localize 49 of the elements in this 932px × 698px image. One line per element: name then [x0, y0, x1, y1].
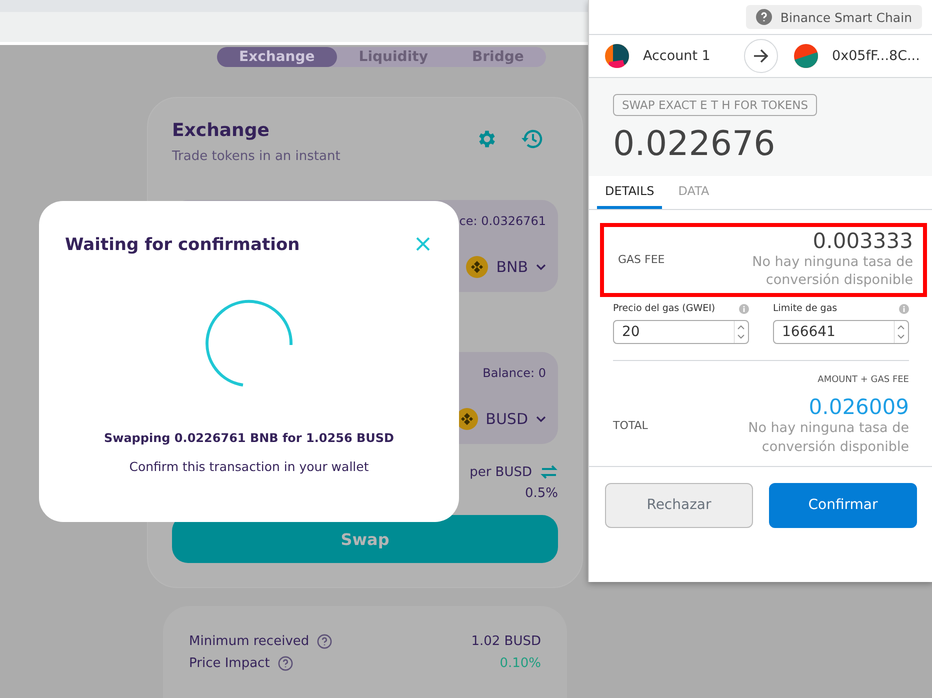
- total-caption: AMOUNT + GAS FEE: [816, 375, 909, 386]
- transaction-amount: 0.022676: [613, 124, 776, 164]
- account-avatar: [794, 44, 818, 68]
- tab[interactable]: Exchange: [217, 47, 337, 67]
- gas-fee-value: 0.003333: [812, 229, 913, 253]
- number-field[interactable]: 166641: [773, 320, 909, 344]
- confirm-button[interactable]: Confirmar: [769, 482, 917, 528]
- detail-label: Minimum received: [189, 634, 310, 648]
- total-value: 0.026009: [808, 395, 909, 420]
- slippage-value: 0.5%: [524, 486, 558, 501]
- help-icon: [317, 634, 332, 648]
- balance-text: Balance: 0: [482, 366, 546, 380]
- history-icon[interactable]: [520, 128, 544, 150]
- method-badge: SWAP EXACT E T H FOR TOKENS: [613, 94, 818, 116]
- caret-icon: [536, 416, 546, 422]
- token-icon: [466, 256, 488, 278]
- card-title: Exchange: [172, 120, 270, 141]
- recipient-address: 0x05fF...8C...: [832, 48, 920, 64]
- field-label: Precio del gas (GWEI): [613, 303, 716, 314]
- gas-fee-label: GAS FEE: [618, 252, 665, 266]
- conversion-note: No hay ninguna tasa de conversión disponible: [747, 419, 909, 456]
- reject-button[interactable]: Rechazar: [605, 482, 753, 528]
- swap-arrows-icon[interactable]: [540, 464, 558, 480]
- swap-summary: Swapping 0.0226761 BNB for 1.0256 BUSD: [102, 431, 395, 445]
- tab[interactable]: DETAILS: [597, 176, 662, 209]
- info-icon: [899, 304, 909, 314]
- help-icon: [756, 9, 772, 25]
- tab[interactable]: Liquidity: [336, 47, 450, 67]
- account-name: Account 1: [643, 48, 710, 64]
- wallet-hint: Confirm this transaction in your wallet: [128, 459, 370, 474]
- field-label: Limite de gas: [773, 303, 838, 314]
- help-icon: [278, 656, 293, 670]
- price-unit: per BUSD: [470, 464, 532, 480]
- conversion-note: No hay ninguna tasa de conversión disponible: [751, 253, 913, 290]
- detail-value: 0.10%: [500, 656, 541, 670]
- detail-label: Price Impact: [189, 656, 270, 670]
- info-icon: [739, 304, 749, 314]
- card-subtitle: Trade tokens in an instant: [172, 149, 340, 164]
- dialog-title: Waiting for confirmation: [65, 235, 300, 255]
- tab[interactable]: DATA: [670, 176, 718, 209]
- balance-text: ce: 0.0326761: [459, 214, 546, 228]
- tab[interactable]: Bridge: [450, 47, 546, 67]
- account-avatar: [605, 44, 629, 68]
- total-label: TOTAL: [613, 419, 648, 432]
- token-selector[interactable]: BNB: [466, 256, 546, 278]
- network-selector[interactable]: Binance Smart Chain: [746, 5, 922, 29]
- number-field[interactable]: 20: [613, 320, 749, 344]
- detail-value: 1.02 BUSD: [471, 634, 541, 648]
- caret-icon: [536, 264, 546, 270]
